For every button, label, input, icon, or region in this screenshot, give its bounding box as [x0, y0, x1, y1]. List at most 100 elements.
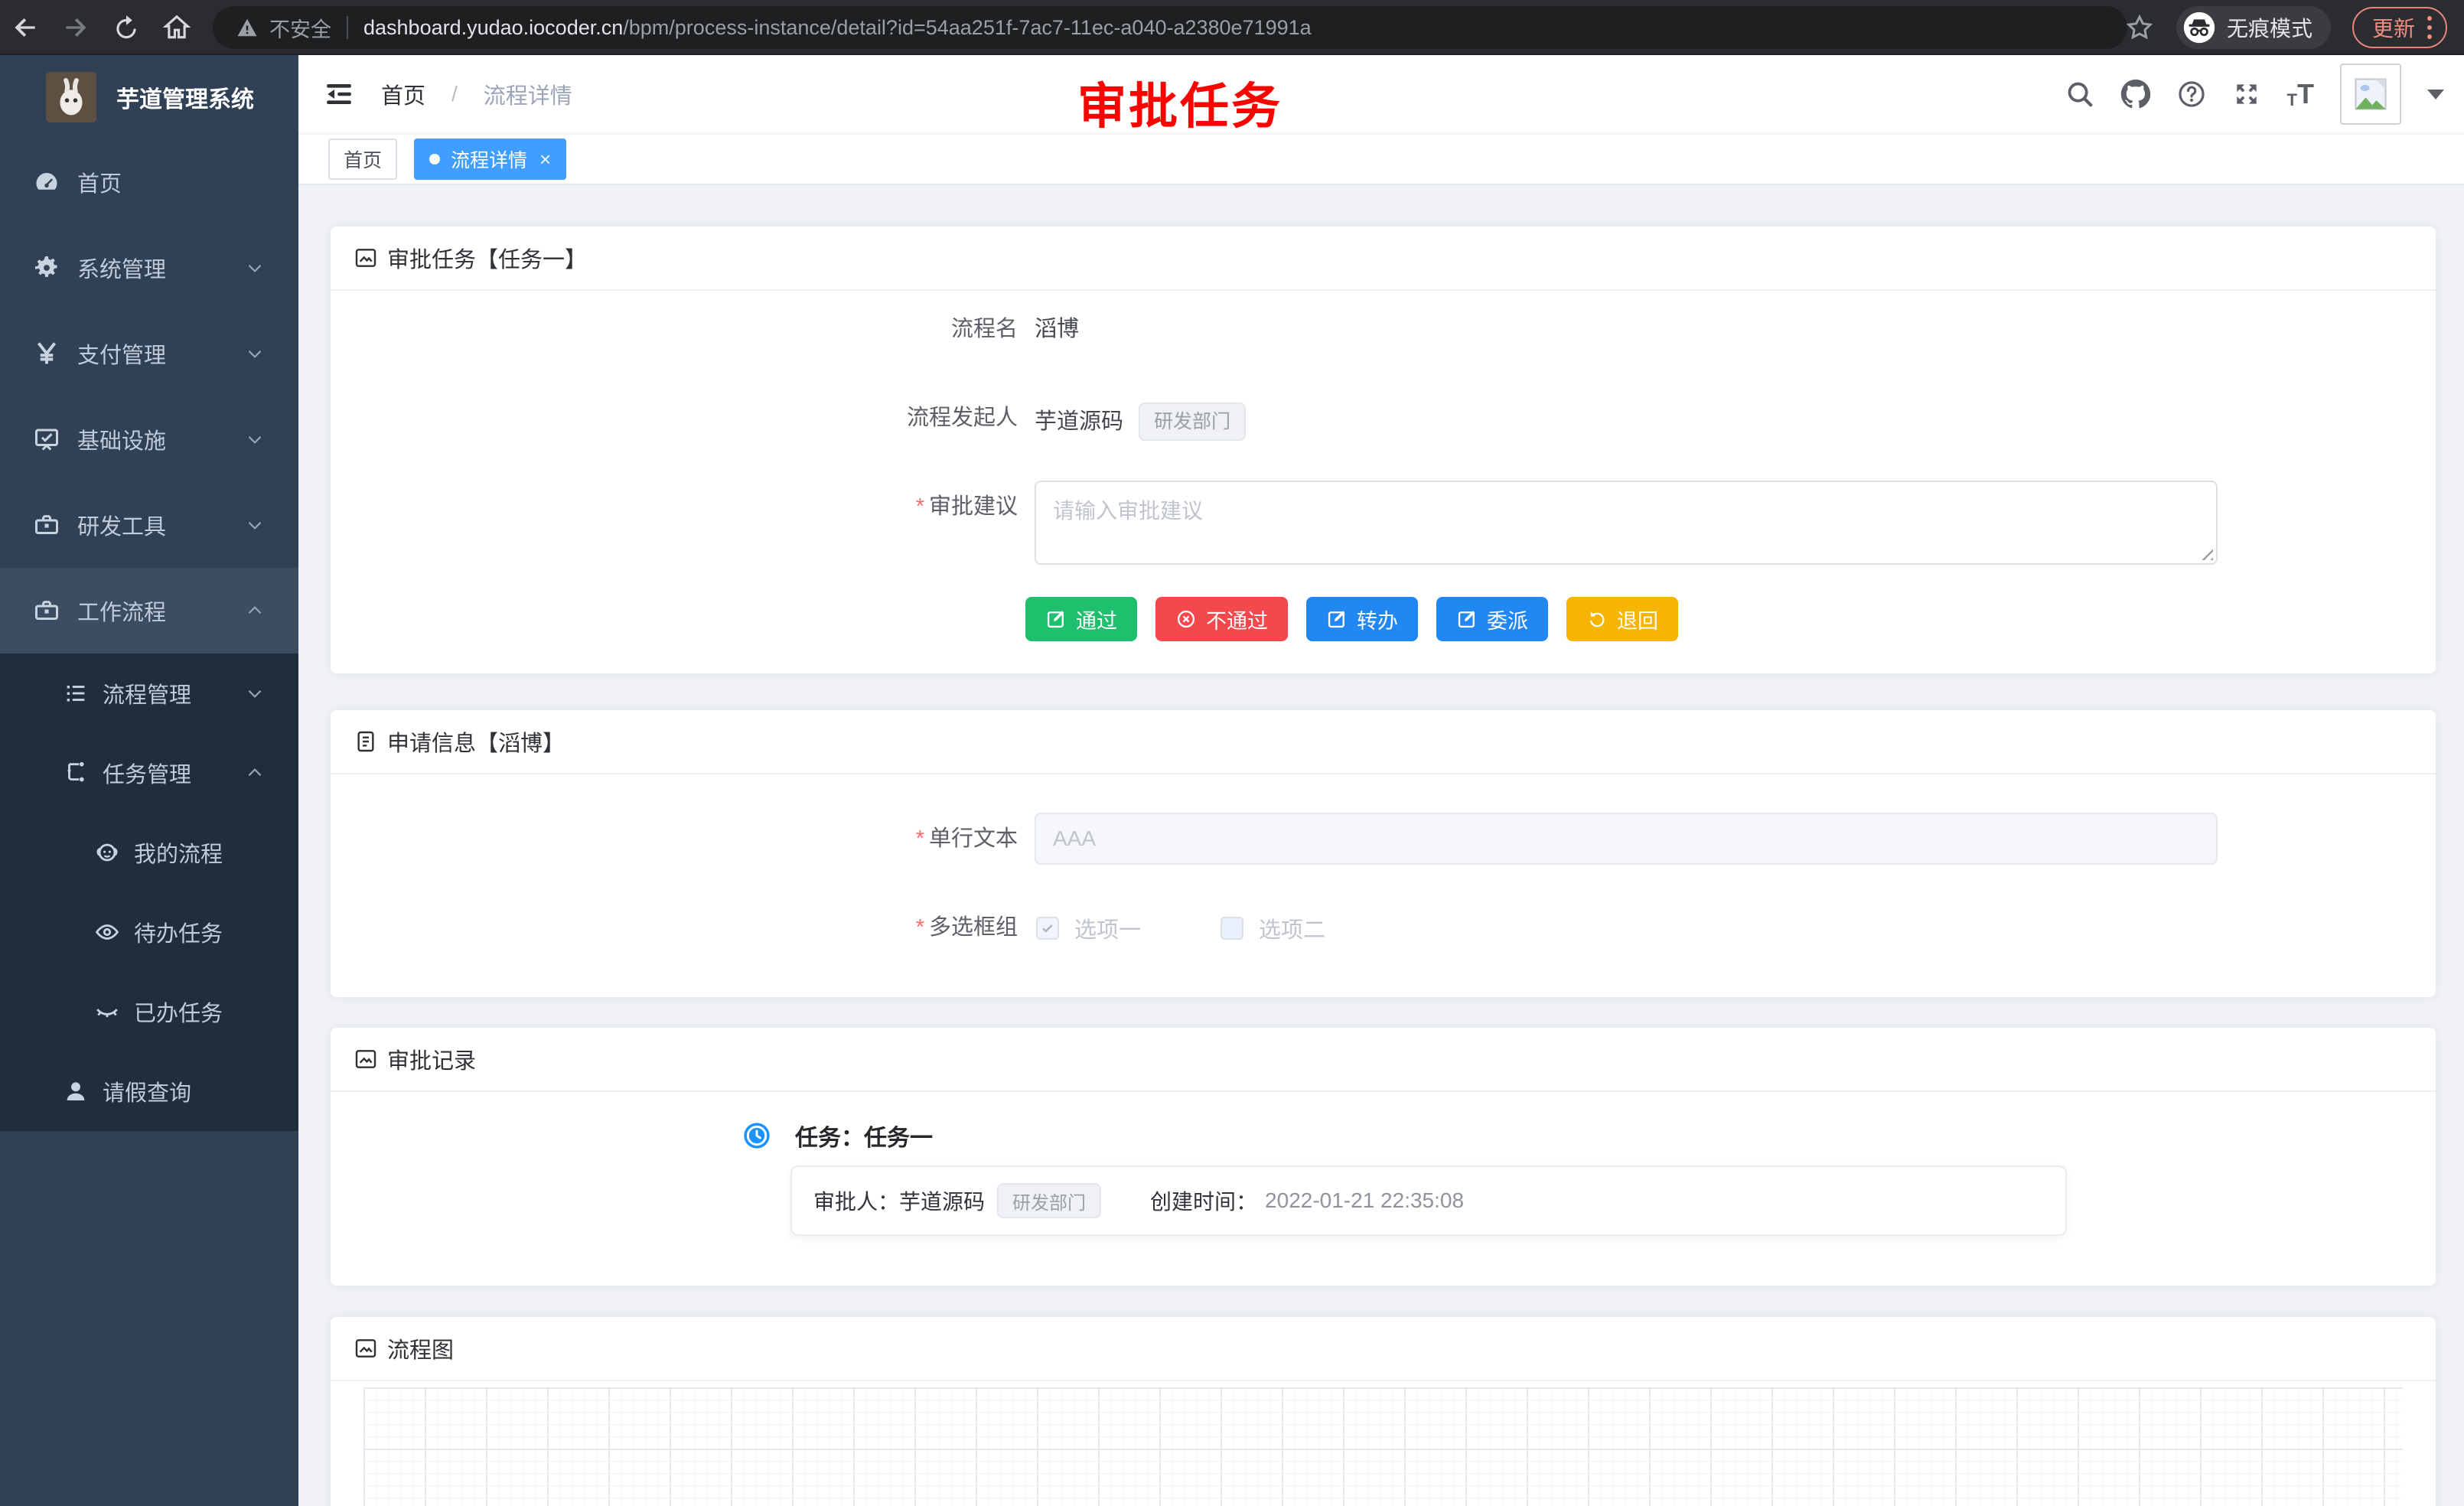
process-name-label: 流程名 [331, 314, 1018, 344]
toolbox-icon [33, 511, 60, 539]
sidebar-item-todo-tasks[interactable]: 待办任务 [0, 892, 298, 972]
checkbox-group-label: *多选框组 [331, 912, 1018, 943]
card-header: 审批记录 [331, 1028, 2436, 1092]
checkbox-unchecked-icon [1221, 917, 1243, 940]
logo-image [46, 72, 96, 122]
yen-icon [33, 340, 60, 367]
task-line: 任务：任务一 [795, 1119, 933, 1152]
url-host: dashboard.yudao.iocoder.cn [363, 16, 623, 40]
sidebar-logo[interactable]: 芋道管理系统 [0, 55, 298, 139]
approve-button[interactable]: 通过 [1025, 597, 1137, 641]
main-content: 审批任务【任务一】 流程名 滔博 流程发起人 芋道源码 研发部门 *审批建议 [298, 185, 2464, 1506]
timeline-clock-icon [741, 1120, 772, 1151]
bpmn-canvas-grid [363, 1387, 2403, 1506]
browser-menu-icon[interactable] [2427, 16, 2432, 39]
sidebar-item-label: 研发工具 [77, 509, 166, 541]
home-icon[interactable] [162, 13, 191, 42]
eye-open-icon [94, 919, 120, 945]
sidebar-item-my-process[interactable]: 我的流程 [0, 813, 298, 892]
picture-icon [354, 1336, 378, 1361]
fullscreen-icon[interactable] [2232, 80, 2261, 109]
help-icon[interactable] [2177, 80, 2206, 109]
breadcrumb-current: 流程详情 [484, 78, 572, 110]
sidebar-item-workflow[interactable]: 工作流程 [0, 568, 298, 654]
chevron-down-icon [245, 429, 265, 449]
sidebar-item-label: 基础设施 [77, 423, 166, 455]
checkbox-option-2: 选项二 [1221, 912, 1325, 944]
chevron-up-icon [245, 601, 265, 621]
sidebar-item-task-mgmt[interactable]: 任务管理 [0, 733, 298, 813]
avatar-caret-icon[interactable] [2427, 90, 2444, 99]
breadcrumb-separator: / [451, 82, 458, 106]
sidebar-item-label: 流程管理 [103, 677, 191, 709]
update-label: 更新 [2372, 12, 2415, 43]
assignee-value: 芋道源码 [899, 1185, 985, 1216]
starter-label: 流程发起人 [331, 403, 1018, 433]
sidebar-item-devtools[interactable]: 研发工具 [0, 482, 298, 568]
eye-closed-icon [94, 999, 120, 1025]
chevron-down-icon [245, 258, 265, 278]
assignee-label: 审批人： [813, 1185, 899, 1216]
annotation-text: 审批任务 [1077, 67, 1283, 138]
tag-process-detail[interactable]: 流程详情 × [414, 139, 566, 180]
tag-close-icon[interactable]: × [539, 148, 551, 171]
app-title: 芋道管理系统 [116, 80, 254, 114]
people-icon [94, 839, 120, 865]
application-info-card: 申请信息【滔博】 *单行文本 *多选框组 选项一 [331, 710, 2436, 997]
font-size-icon[interactable]: TT [2287, 78, 2314, 110]
search-icon[interactable] [2065, 80, 2094, 109]
forward-icon[interactable] [61, 13, 90, 42]
sidebar-item-infra[interactable]: 基础设施 [0, 396, 298, 482]
security-label: 不安全 [269, 13, 331, 43]
transfer-button[interactable]: 转办 [1306, 597, 1418, 641]
tag-home[interactable]: 首页 [328, 139, 397, 180]
app-root: 芋道管理系统 首页 系统管理 支付管理 [0, 55, 2464, 1506]
advice-textarea-wrap [1035, 481, 2218, 565]
advice-textarea[interactable] [1035, 481, 2218, 565]
org-tree-icon [63, 760, 89, 786]
sidebar-item-payment[interactable]: 支付管理 [0, 311, 298, 396]
picture-icon [354, 246, 378, 270]
url-path: /bpm/process-instance/detail?id=54aa251f… [623, 16, 1311, 40]
delegate-button[interactable]: 委派 [1436, 597, 1548, 641]
sidebar-fold-icon[interactable] [323, 78, 355, 110]
card-title: 审批记录 [387, 1043, 476, 1075]
back-icon[interactable] [11, 13, 40, 42]
chevron-up-icon [245, 763, 265, 783]
sidebar-item-leave-query[interactable]: 请假查询 [0, 1051, 298, 1131]
tree-table-icon [63, 680, 89, 706]
bookmark-star-icon[interactable] [2124, 12, 2155, 43]
incognito-label: 无痕模式 [2227, 12, 2312, 43]
sidebar: 芋道管理系统 首页 系统管理 支付管理 [0, 55, 298, 1506]
sidebar-item-system[interactable]: 系统管理 [0, 225, 298, 311]
return-button[interactable]: 退回 [1566, 597, 1678, 641]
github-icon[interactable] [2120, 79, 2151, 109]
incognito-icon [2182, 11, 2216, 44]
card-title: 流程图 [387, 1332, 454, 1364]
breadcrumb-home[interactable]: 首页 [381, 78, 425, 110]
chevron-down-icon [245, 683, 265, 703]
sidebar-item-label: 请假查询 [103, 1075, 191, 1107]
sidebar-item-label: 任务管理 [103, 757, 191, 789]
browser-menu-update-button[interactable]: 更新 [2352, 7, 2447, 48]
tags-view-bar: 首页 流程详情 × [298, 133, 2464, 185]
security-warning-icon [236, 16, 259, 39]
toolbox-icon [33, 597, 60, 624]
reload-icon[interactable] [112, 13, 141, 42]
sidebar-item-label: 支付管理 [77, 337, 166, 370]
process-diagram-card: 流程图 [331, 1317, 2436, 1506]
reject-button[interactable]: 不通过 [1155, 597, 1288, 641]
advice-label: *审批建议 [331, 491, 1018, 522]
sidebar-item-home[interactable]: 首页 [0, 139, 298, 225]
sidebar-item-process-mgmt[interactable]: 流程管理 [0, 654, 298, 733]
card-header: 审批任务【任务一】 [331, 227, 2436, 291]
content-pane: 首页 / 流程详情 审批任务 TT [298, 55, 2464, 1506]
sidebar-item-done-tasks[interactable]: 已办任务 [0, 972, 298, 1051]
monitor-check-icon [33, 425, 60, 453]
avatar[interactable] [2340, 64, 2401, 125]
sidebar-item-label: 我的流程 [134, 836, 223, 869]
workflow-submenu: 流程管理 任务管理 我的流程 [0, 654, 298, 1131]
sidebar-item-label: 待办任务 [134, 916, 223, 948]
checkbox-option-1: 选项一 [1036, 912, 1141, 944]
url-bar[interactable]: 不安全 dashboard.yudao.iocoder.cn/bpm/proce… [213, 6, 2127, 49]
